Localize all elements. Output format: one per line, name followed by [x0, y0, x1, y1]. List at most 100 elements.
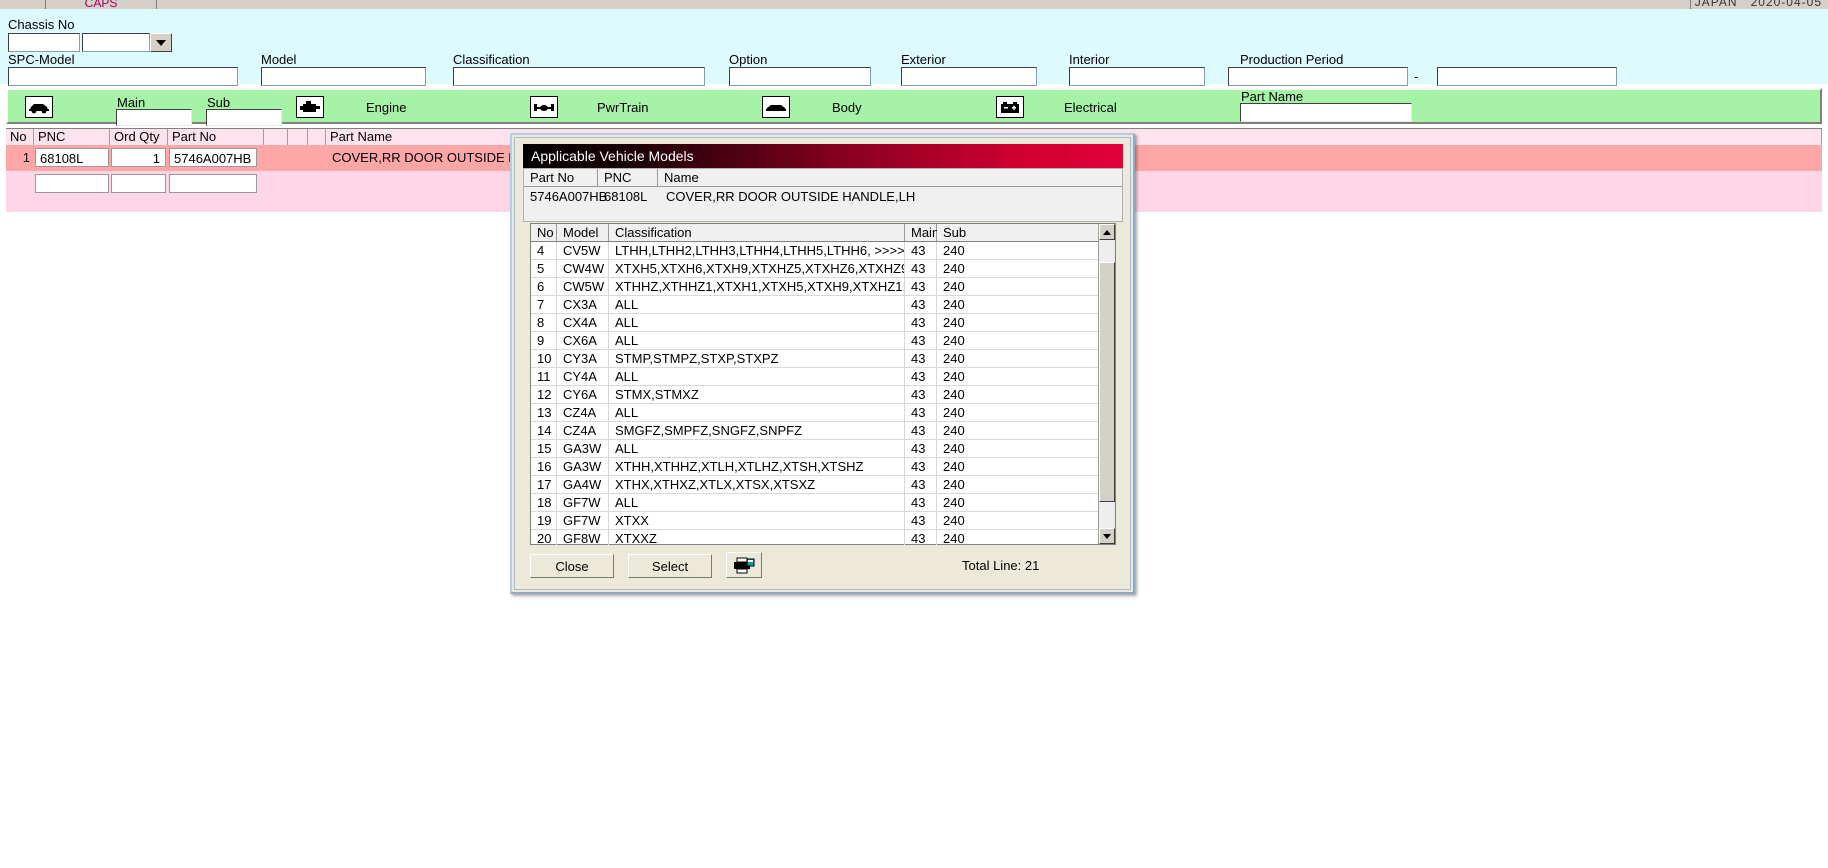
cell-sub: 240	[943, 459, 965, 474]
cell-model: GA3W	[557, 440, 609, 457]
cell-classification: STMP,STMPZ,STXP,STXPZ	[609, 350, 905, 367]
cell-sub: 240	[943, 387, 965, 402]
option-label: Option	[729, 52, 768, 67]
col-no: No	[6, 129, 34, 145]
table-row[interactable]: 18 GF7W ALL 43 240	[531, 494, 1098, 512]
cell-sub: 240	[943, 531, 965, 545]
close-button[interactable]: Close	[530, 554, 614, 578]
main-input[interactable]	[116, 109, 192, 126]
cell-part-no[interactable]: 5746A007HB	[169, 148, 257, 167]
body-icon[interactable]	[762, 96, 790, 118]
cell-no: 4	[531, 242, 557, 259]
cell-classification: XTXX	[609, 512, 905, 529]
print-button[interactable]	[726, 552, 762, 578]
cell-classification: ALL	[609, 368, 905, 385]
exterior-label: Exterior	[901, 52, 946, 67]
powertrain-label[interactable]: PwrTrain	[597, 100, 649, 115]
table-row[interactable]: 14 CZ4A SMGFZ,SMPFZ,SNGFZ,SNPFZ 43 240	[531, 422, 1098, 440]
cell-pnc[interactable]	[35, 174, 109, 193]
spc-model-input[interactable]	[8, 67, 238, 86]
vehicle-models-grid-body[interactable]: 4 CV5W LTHH,LTHH2,LTHH3,LTHH4,LTHH5,LTHH6,…	[531, 242, 1098, 545]
scroll-down-button[interactable]	[1099, 528, 1115, 544]
cell-no: 18	[531, 494, 557, 511]
cell-model: GF7W	[557, 494, 609, 511]
chevron-down-icon	[1103, 533, 1111, 539]
cell-ord-qty[interactable]	[111, 174, 166, 193]
table-row[interactable]: 5 CW4W XTXH5,XTXH6,XTXH9,XTXHZ5,XTXHZ6,XTX…	[531, 260, 1098, 278]
sub-input[interactable]	[206, 109, 282, 126]
cell-main: 43	[905, 476, 937, 493]
cell-classification: ALL	[609, 404, 905, 421]
exterior-input[interactable]	[901, 67, 1037, 86]
table-row[interactable]: 20 GF8W XTXXZ 43 240	[531, 530, 1098, 545]
cell-no: 17	[531, 476, 557, 493]
model-input[interactable]	[261, 67, 426, 86]
table-row[interactable]: 7 CX3A ALL 43 240	[531, 296, 1098, 314]
body-label[interactable]: Body	[832, 100, 862, 115]
scrollbar-thumb[interactable]	[1099, 262, 1115, 502]
sub-label: Sub	[207, 95, 231, 110]
scroll-up-button[interactable]	[1099, 224, 1115, 240]
cell-model: GF8W	[557, 530, 609, 545]
cell-model: GF7W	[557, 512, 609, 529]
cell-sub: 240	[943, 243, 965, 258]
cell-main: 43	[905, 404, 937, 421]
main-label: Main	[117, 95, 146, 110]
chassis-no-label: Chassis No	[8, 17, 75, 32]
chassis-no-input[interactable]	[8, 33, 80, 52]
production-period-to-input[interactable]	[1437, 67, 1617, 86]
cell-part-no[interactable]	[169, 174, 257, 193]
cell-model: CX4A	[557, 314, 609, 331]
table-row[interactable]: 8 CX4A ALL 43 240	[531, 314, 1098, 332]
cell-blank-3	[308, 145, 326, 171]
cell-ord-qty[interactable]: 1	[111, 148, 166, 167]
table-row[interactable]: 9 CX6A ALL 43 240	[531, 332, 1098, 350]
table-row[interactable]: 6 CW5W XTHHZ,XTHHZ1,XTXH1,XTXH5,XTXH9,XTXH…	[531, 278, 1098, 296]
cell-main: 43	[905, 530, 937, 545]
engine-label[interactable]: Engine	[366, 100, 406, 115]
col-main: Main	[905, 224, 939, 241]
cell-classification: XTHH,XTHHZ,XTLH,XTLHZ,XTSH,XTSHZ	[609, 458, 905, 475]
cell-blank-2	[288, 145, 308, 171]
select-button[interactable]: Select	[628, 554, 712, 578]
col-classification: Classification	[609, 224, 905, 241]
vertical-scrollbar[interactable]	[1098, 224, 1115, 544]
battery-icon[interactable]	[996, 96, 1024, 118]
cell-pnc[interactable]: 68108L	[35, 148, 109, 167]
table-row[interactable]: 10 CY3A STMP,STMPZ,STXP,STXPZ 43 240	[531, 350, 1098, 368]
option-input[interactable]	[729, 67, 871, 86]
part-name-input[interactable]	[1240, 103, 1412, 122]
status-date: 2020-04-05	[1750, 0, 1822, 9]
electrical-label[interactable]: Electrical	[1064, 100, 1117, 115]
chassis-no-dropdown-button[interactable]	[150, 33, 172, 52]
cell-sub: 240	[943, 297, 965, 312]
powertrain-icon[interactable]	[530, 96, 558, 118]
col-model: Model	[557, 224, 609, 241]
chassis-no-suffix-input[interactable]	[82, 33, 150, 52]
cell-sub: 240	[943, 279, 965, 294]
table-row[interactable]: 13 CZ4A ALL 43 240	[531, 404, 1098, 422]
interior-input[interactable]	[1069, 67, 1205, 86]
col-sub: Sub	[937, 224, 1098, 241]
car-icon[interactable]	[25, 96, 53, 118]
table-row[interactable]: 15 GA3W ALL 43 240	[531, 440, 1098, 458]
cell-classification: STMX,STMXZ	[609, 386, 905, 403]
interior-label: Interior	[1069, 52, 1110, 67]
cell-blank-1	[264, 145, 288, 171]
chevron-up-icon	[1103, 229, 1111, 235]
table-row[interactable]: 16 GA3W XTHH,XTHHZ,XTLH,XTLHZ,XTSH,XTSHZ 43…	[531, 458, 1098, 476]
engine-icon[interactable]	[296, 96, 324, 118]
classification-input[interactable]	[453, 67, 705, 86]
cell-classification: ALL	[609, 494, 905, 511]
table-row[interactable]: 11 CY4A ALL 43 240	[531, 368, 1098, 386]
dialog-title: Applicable Vehicle Models	[523, 144, 1123, 168]
table-row[interactable]: 17 GA4W XTHX,XTHXZ,XTLX,XTSX,XTSXZ 43 240	[531, 476, 1098, 494]
cell-no: 5	[531, 260, 557, 277]
table-row[interactable]: 4 CV5W LTHH,LTHH2,LTHH3,LTHH4,LTHH5,LTHH6,…	[531, 242, 1098, 260]
cell-model: CW4W	[557, 260, 609, 277]
table-row[interactable]: 12 CY6A STMX,STMXZ 43 240	[531, 386, 1098, 404]
model-label: Model	[261, 52, 297, 67]
cell-no: 8	[531, 314, 557, 331]
production-period-from-input[interactable]	[1228, 67, 1408, 86]
table-row[interactable]: 19 GF7W XTXX 43 240	[531, 512, 1098, 530]
